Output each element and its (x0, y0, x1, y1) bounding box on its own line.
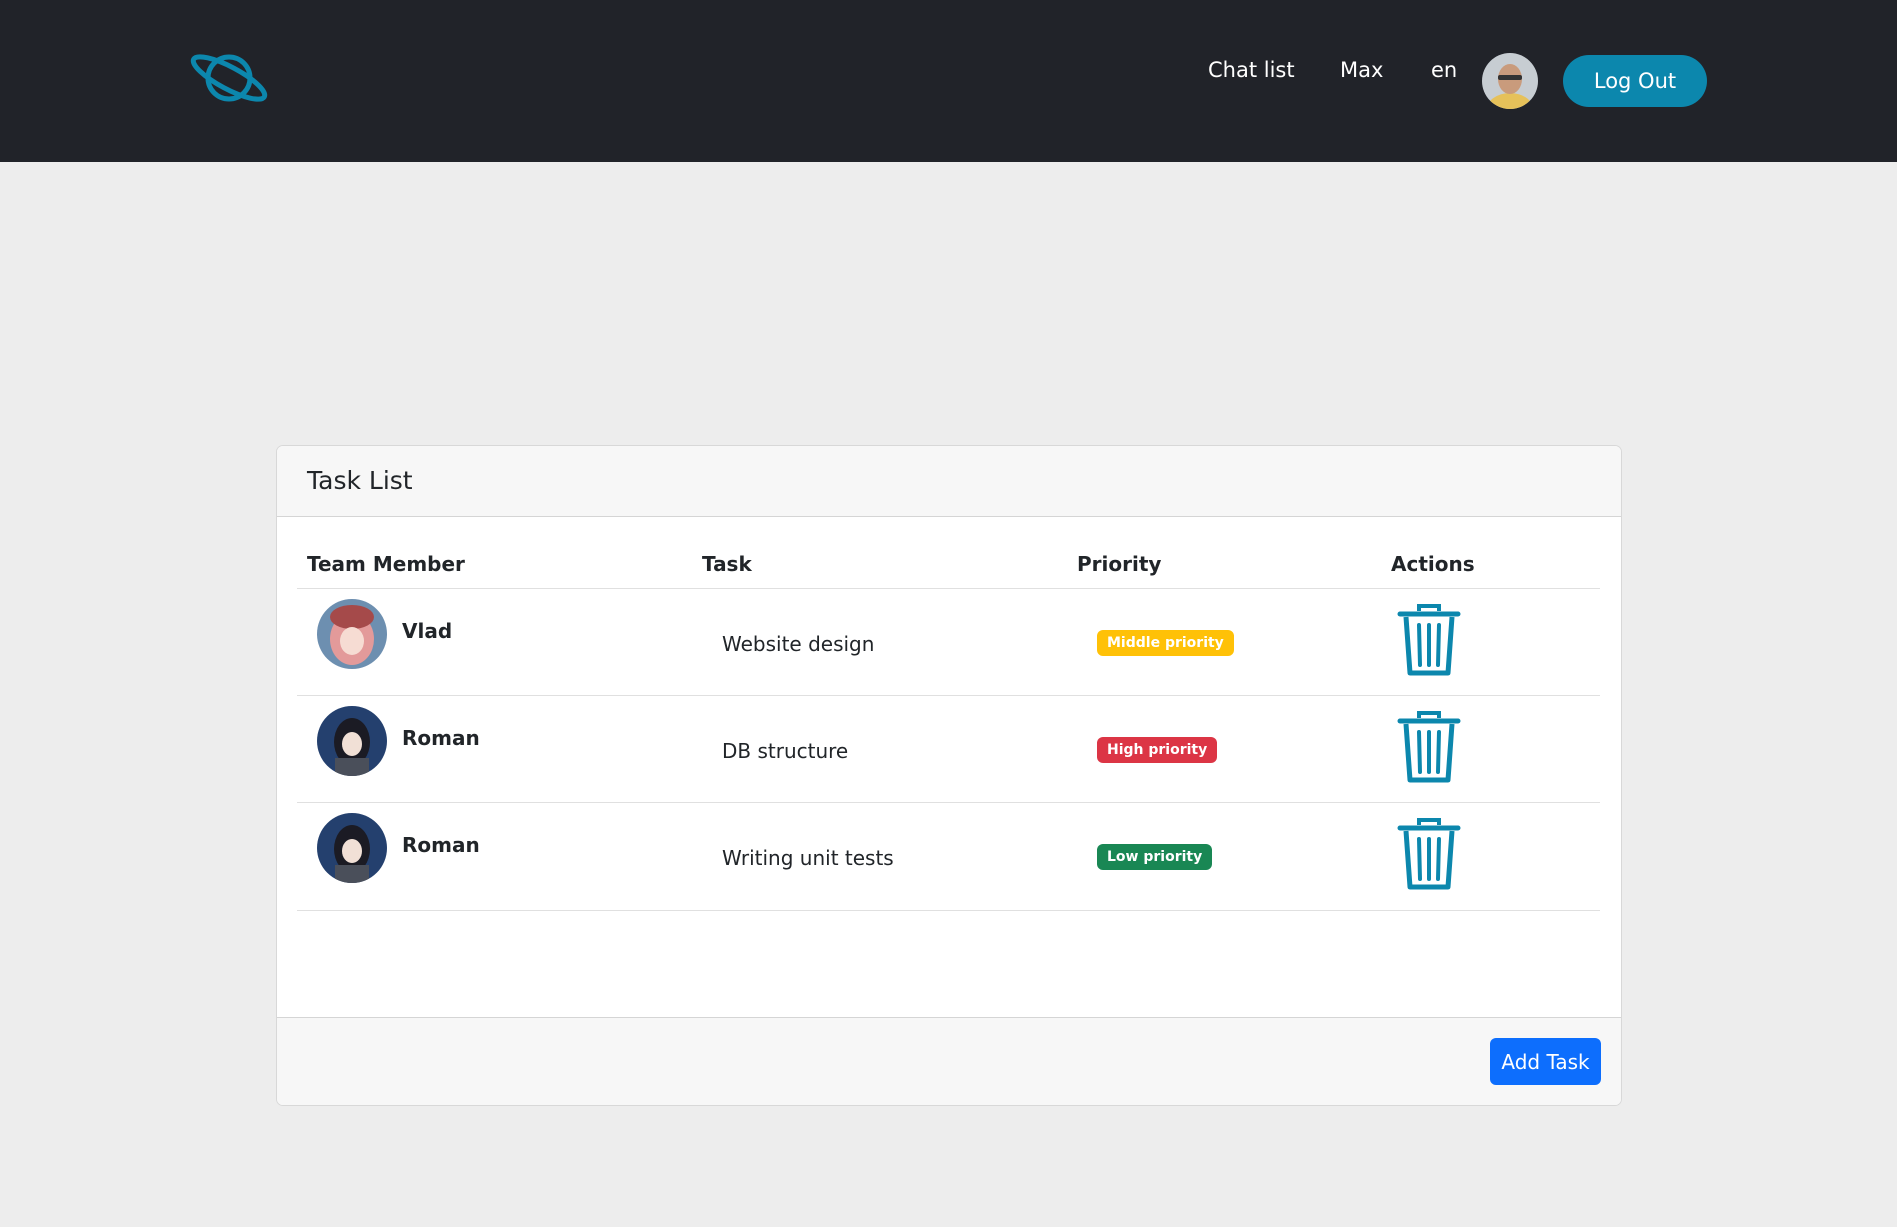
member-name: Roman (402, 726, 480, 750)
nav-user-name-link[interactable]: Max (1340, 58, 1383, 82)
trash-icon[interactable] (1397, 710, 1461, 784)
task-name: DB structure (722, 739, 849, 763)
table-row: Vlad Website design Middle priority (297, 588, 1600, 696)
table-row: Roman Writing unit tests Low priority (297, 802, 1600, 911)
nav-chat-list-link[interactable]: Chat list (1208, 58, 1295, 82)
member-avatar (317, 599, 387, 669)
card-footer: Add Task (277, 1017, 1621, 1105)
task-list-card: Task List Team Member Task Priority Acti… (276, 445, 1622, 1106)
trash-icon[interactable] (1397, 603, 1461, 677)
add-task-button[interactable]: Add Task (1490, 1038, 1601, 1085)
member-avatar (317, 706, 387, 776)
planet-logo-icon[interactable] (186, 48, 272, 108)
member-avatar-icon (317, 599, 387, 669)
member-name: Roman (402, 833, 480, 857)
column-header-team-member: Team Member (307, 552, 465, 576)
column-header-actions: Actions (1391, 552, 1475, 576)
column-header-priority: Priority (1077, 552, 1162, 576)
user-avatar[interactable] (1482, 53, 1538, 109)
task-name: Writing unit tests (722, 846, 894, 870)
card-title: Task List (307, 466, 413, 495)
card-header: Task List (277, 446, 1621, 517)
member-name: Vlad (402, 619, 453, 643)
navbar: Chat list Max en Log Out (0, 0, 1897, 162)
column-header-task: Task (702, 552, 752, 576)
member-avatar (317, 813, 387, 883)
priority-badge: Low priority (1097, 844, 1213, 870)
priority-badge: Middle priority (1097, 630, 1234, 656)
task-name: Website design (722, 632, 875, 656)
user-avatar-icon (1482, 53, 1538, 109)
language-switcher[interactable]: en (1431, 58, 1457, 82)
logout-button[interactable]: Log Out (1563, 55, 1707, 107)
priority-badge: High priority (1097, 737, 1218, 763)
member-avatar-icon (317, 813, 387, 883)
trash-icon[interactable] (1397, 817, 1461, 891)
table-row: Roman DB structure High priority (297, 695, 1600, 803)
member-avatar-icon (317, 706, 387, 776)
